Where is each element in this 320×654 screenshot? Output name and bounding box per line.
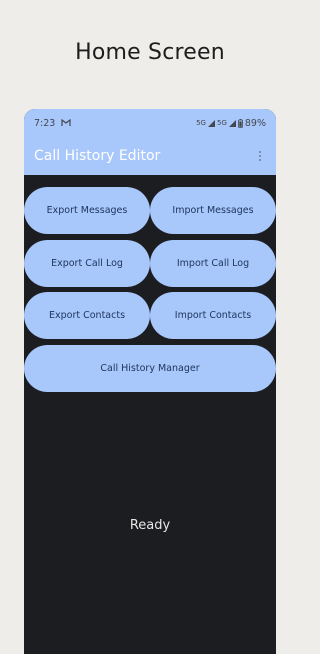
import-messages-button[interactable]: Import Messages: [150, 187, 276, 234]
export-contacts-button[interactable]: Export Contacts: [24, 292, 150, 339]
status-bar: 7:23 5G 5G 89%: [24, 109, 276, 137]
battery-icon: [237, 118, 243, 128]
app-bar: Call History Editor: [24, 137, 276, 175]
export-call-log-button[interactable]: Export Call Log: [24, 240, 150, 287]
gmail-icon: [61, 119, 71, 127]
signal-icon: [207, 119, 215, 127]
import-contacts-button[interactable]: Import Contacts: [150, 292, 276, 339]
page-headline: Home Screen: [75, 40, 225, 65]
phone-screen: 7:23 5G 5G 89% Call History Editor Expor…: [24, 109, 276, 654]
export-messages-button[interactable]: Export Messages: [24, 187, 150, 234]
call-history-manager-button[interactable]: Call History Manager: [24, 345, 276, 392]
status-text: Ready: [129, 518, 171, 533]
overflow-menu-icon[interactable]: [254, 148, 266, 164]
signal-icon-2: [228, 119, 236, 127]
signal-label-1: 5G: [196, 119, 206, 127]
battery-level: 89%: [244, 117, 266, 129]
status-time: 7:23: [34, 117, 56, 129]
import-call-log-button[interactable]: Import Call Log: [150, 240, 276, 287]
signal-label-2: 5G: [216, 119, 227, 127]
app-title: Call History Editor: [34, 148, 161, 164]
